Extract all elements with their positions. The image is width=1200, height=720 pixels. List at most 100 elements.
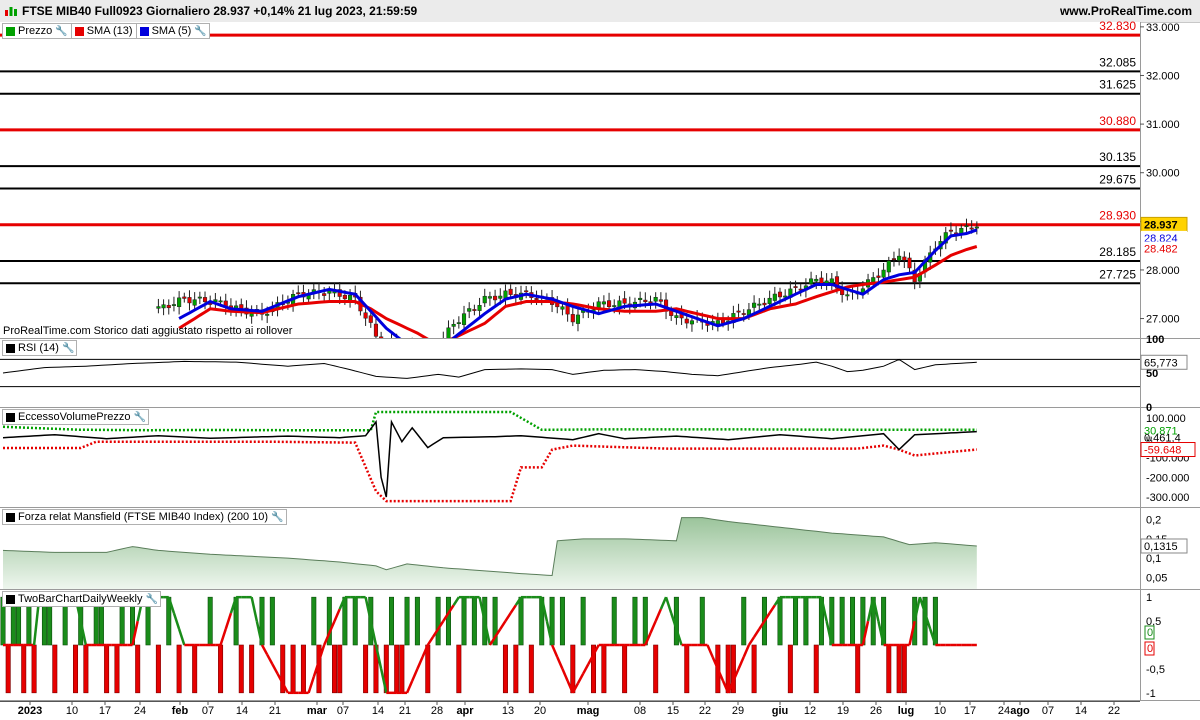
x-tick-label: 21: [399, 705, 411, 717]
candle: [948, 229, 953, 232]
twobar-red-bar: [192, 644, 198, 694]
candle: [171, 304, 176, 306]
candle: [689, 320, 694, 325]
rsi-tick-label: 50: [1146, 368, 1158, 380]
twobar-green-bar: [850, 596, 856, 646]
twobar-green-last: 0: [1147, 627, 1153, 639]
level-label: 28.185: [1099, 245, 1136, 259]
wrench-icon[interactable]: 🔧: [55, 26, 67, 37]
candle: [265, 313, 270, 316]
candle: [192, 299, 197, 306]
x-tick-label: 07: [337, 705, 349, 717]
twobar-red-bar: [813, 644, 819, 694]
twobar-green-bar: [435, 596, 441, 646]
x-tick-label: 24: [998, 705, 1010, 717]
candle: [814, 278, 819, 282]
twobar-green-bar: [404, 596, 410, 646]
level-label: 32.085: [1099, 55, 1136, 69]
x-tick-label: 10: [66, 705, 78, 717]
candle: [177, 297, 182, 308]
y-tick-label: 32.000: [1146, 70, 1180, 82]
candle: [342, 294, 347, 300]
volume-legend-swatch: [6, 412, 15, 422]
x-tick-label: 29: [732, 705, 744, 717]
candle: [886, 260, 891, 273]
x-tick-label: 08: [634, 705, 646, 717]
x-tick-label: apr: [456, 705, 474, 717]
candle: [622, 298, 627, 304]
candle: [658, 299, 663, 302]
twobar-green-bar: [580, 596, 586, 646]
wrench-icon[interactable]: 🔧: [134, 412, 146, 423]
wrench-icon[interactable]: 🔧: [146, 594, 158, 605]
twobar-green-bar: [471, 596, 477, 646]
x-tick-label: giu: [772, 705, 789, 717]
x-tick-label: ago: [1010, 705, 1030, 717]
candle: [373, 323, 379, 337]
twobar-red-bar: [399, 644, 405, 694]
candle: [487, 296, 492, 299]
twobar-red-bar: [601, 644, 607, 694]
mansfield-tick-label: 0,05: [1146, 572, 1167, 584]
twobar-red-bar: [901, 644, 907, 694]
candle: [197, 296, 202, 299]
twobar-red-bar: [83, 644, 89, 694]
x-tick-label: 15: [667, 705, 679, 717]
candle: [451, 323, 456, 327]
twobar-green-bar: [342, 596, 348, 646]
rsi-legend-swatch: [6, 343, 15, 353]
candle: [767, 297, 772, 305]
wrench-icon[interactable]: 🔧: [194, 26, 206, 37]
x-tick-label: feb: [172, 705, 189, 717]
candle: [498, 295, 503, 299]
x-tick-label: 22: [699, 705, 711, 717]
candle: [674, 315, 679, 318]
candle: [560, 306, 565, 310]
twobar-red-bar: [337, 644, 343, 694]
candle: [902, 256, 907, 261]
candle: [524, 290, 529, 293]
candle: [809, 278, 814, 285]
twobar-legend-label: TwoBarChartDailyWeekly: [18, 593, 143, 605]
candle: [472, 309, 477, 311]
sma5-legend-label: SMA (5): [151, 25, 192, 37]
candle: [819, 277, 824, 285]
candle: [368, 315, 373, 323]
candle: [845, 294, 850, 297]
twobar-red-bar: [300, 644, 306, 694]
x-tick-label: 2023: [18, 705, 42, 717]
level-label: 29.675: [1099, 173, 1136, 187]
candle: [156, 306, 161, 309]
twobar-red-bar: [114, 644, 120, 694]
sma13-legend-label: SMA (13): [86, 25, 133, 37]
twobar-red-bar: [653, 644, 659, 694]
x-tick-label: 28: [431, 705, 443, 717]
x-tick-label: 14: [236, 705, 248, 717]
candle: [829, 278, 834, 284]
mansfield-tick-label: 0,2: [1146, 515, 1161, 527]
mansfield-legend-swatch: [6, 512, 15, 522]
candle: [596, 301, 601, 308]
chart-area: 32.830 32.085 31.625 30.880 30.135 29.675 28.9…: [0, 19, 1200, 720]
twobar-green-bar: [518, 596, 524, 646]
wrench-icon[interactable]: 🔧: [271, 512, 283, 523]
twobar-green-bar: [388, 596, 394, 646]
candle: [772, 293, 777, 301]
candle: [296, 292, 301, 295]
mansfield-panel-legend: Forza relat Mansfield (FTSE MIB40 Index)…: [2, 509, 287, 525]
x-tick-label: mar: [307, 705, 328, 717]
twobar-green-bar: [352, 596, 358, 646]
panel-rsi-bg: [0, 339, 1140, 407]
twobar-red-bar: [751, 644, 757, 694]
x-tick-label: 17: [99, 705, 111, 717]
twobar-green-bar: [793, 596, 799, 646]
volume-tick-label: -300.000: [1146, 492, 1189, 504]
twobar-red-bar: [52, 644, 58, 694]
volume-tick-label: -200.000: [1146, 472, 1189, 484]
level-label: 30.880: [1099, 114, 1136, 128]
wrench-icon[interactable]: 🔧: [62, 343, 74, 354]
candle: [741, 313, 746, 315]
y-tick-label: 33.000: [1146, 22, 1180, 34]
price-legend-label: Prezzo: [18, 25, 53, 37]
x-tick-label: 26: [870, 705, 882, 717]
